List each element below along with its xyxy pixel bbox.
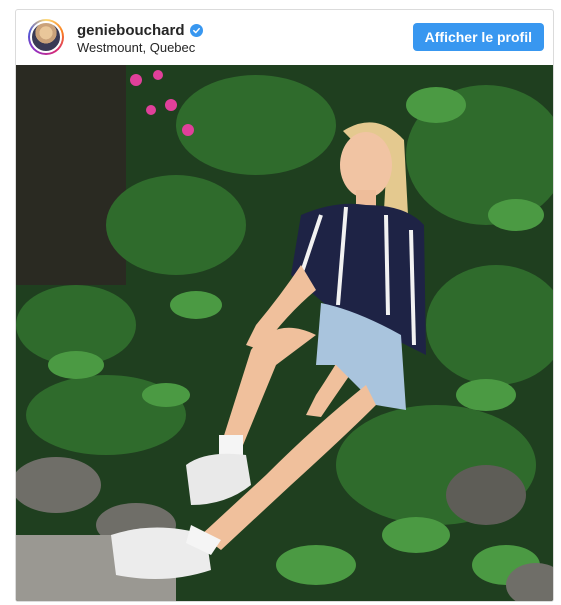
- view-profile-button[interactable]: Afficher le profil: [412, 23, 544, 51]
- instagram-embed-card: geniebouchard Westmount, Quebec Afficher…: [15, 9, 554, 602]
- post-photo[interactable]: [16, 65, 554, 602]
- location-link[interactable]: Westmount, Quebec: [77, 40, 195, 55]
- verified-badge-icon: [189, 24, 203, 37]
- username-row: geniebouchard: [77, 22, 203, 39]
- avatar-story-ring[interactable]: [28, 19, 64, 55]
- avatar[interactable]: [30, 21, 62, 53]
- username-link[interactable]: geniebouchard: [77, 22, 185, 39]
- post-header: geniebouchard Westmount, Quebec Afficher…: [16, 10, 553, 65]
